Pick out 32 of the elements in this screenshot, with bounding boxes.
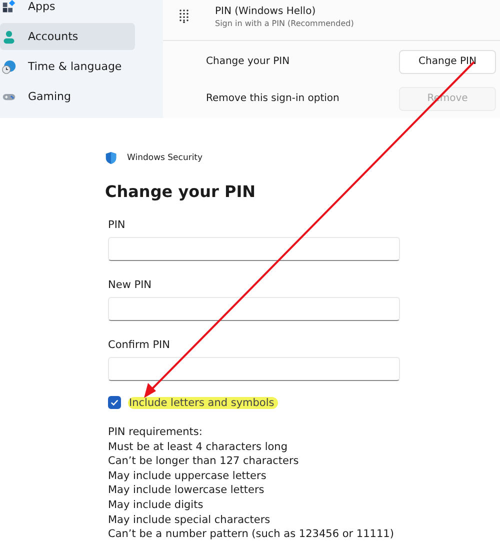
row-label: Change your PIN bbox=[206, 56, 290, 67]
requirement-text: Can’t be longer than 127 characters bbox=[108, 454, 300, 469]
checkbox[interactable] bbox=[108, 396, 121, 409]
requirement-text: May include digits bbox=[108, 498, 204, 513]
requirement-text: PIN requirements: bbox=[108, 425, 204, 440]
field-label: PIN bbox=[108, 219, 126, 231]
requirement-text: May include special characters bbox=[108, 512, 272, 528]
field-label: New PIN bbox=[108, 279, 153, 291]
sidebar-item[interactable]: Time & language bbox=[0, 53, 135, 80]
dialog-title: Change your PIN bbox=[105, 182, 257, 201]
field-label: Confirm PIN bbox=[108, 339, 172, 351]
checkbox-label: Include letters and symbols bbox=[128, 396, 278, 408]
apps-icon bbox=[2, 0, 16, 14]
person-icon bbox=[2, 30, 16, 44]
shield-icon bbox=[105, 151, 117, 165]
input-field[interactable] bbox=[108, 237, 400, 261]
requirement-text: Can’t be a number pattern (such as 123456 or 11111) bbox=[108, 527, 395, 542]
requirement-text: Must be at least 4 characters long bbox=[108, 440, 288, 454]
action-button[interactable]: Change PIN bbox=[399, 50, 496, 74]
requirement-text: May include lowercase letters bbox=[108, 483, 266, 498]
row-label: Remove this sign-in option bbox=[206, 93, 340, 104]
check-icon bbox=[110, 398, 119, 407]
sidebar-item[interactable]: Apps bbox=[0, 0, 135, 20]
option-subtitle: Sign in with a PIN (Recommended) bbox=[215, 19, 354, 28]
sidebar-item[interactable]: Accounts bbox=[0, 23, 135, 50]
input-field[interactable] bbox=[108, 357, 400, 381]
input-field[interactable] bbox=[108, 297, 400, 321]
requirement-text: May include uppercase letters bbox=[108, 468, 268, 484]
option-title: PIN (Windows Hello) bbox=[215, 6, 317, 17]
app-title: Windows Security bbox=[127, 153, 203, 163]
keypad-icon bbox=[179, 9, 189, 23]
sidebar-item[interactable]: Gaming bbox=[0, 83, 135, 110]
